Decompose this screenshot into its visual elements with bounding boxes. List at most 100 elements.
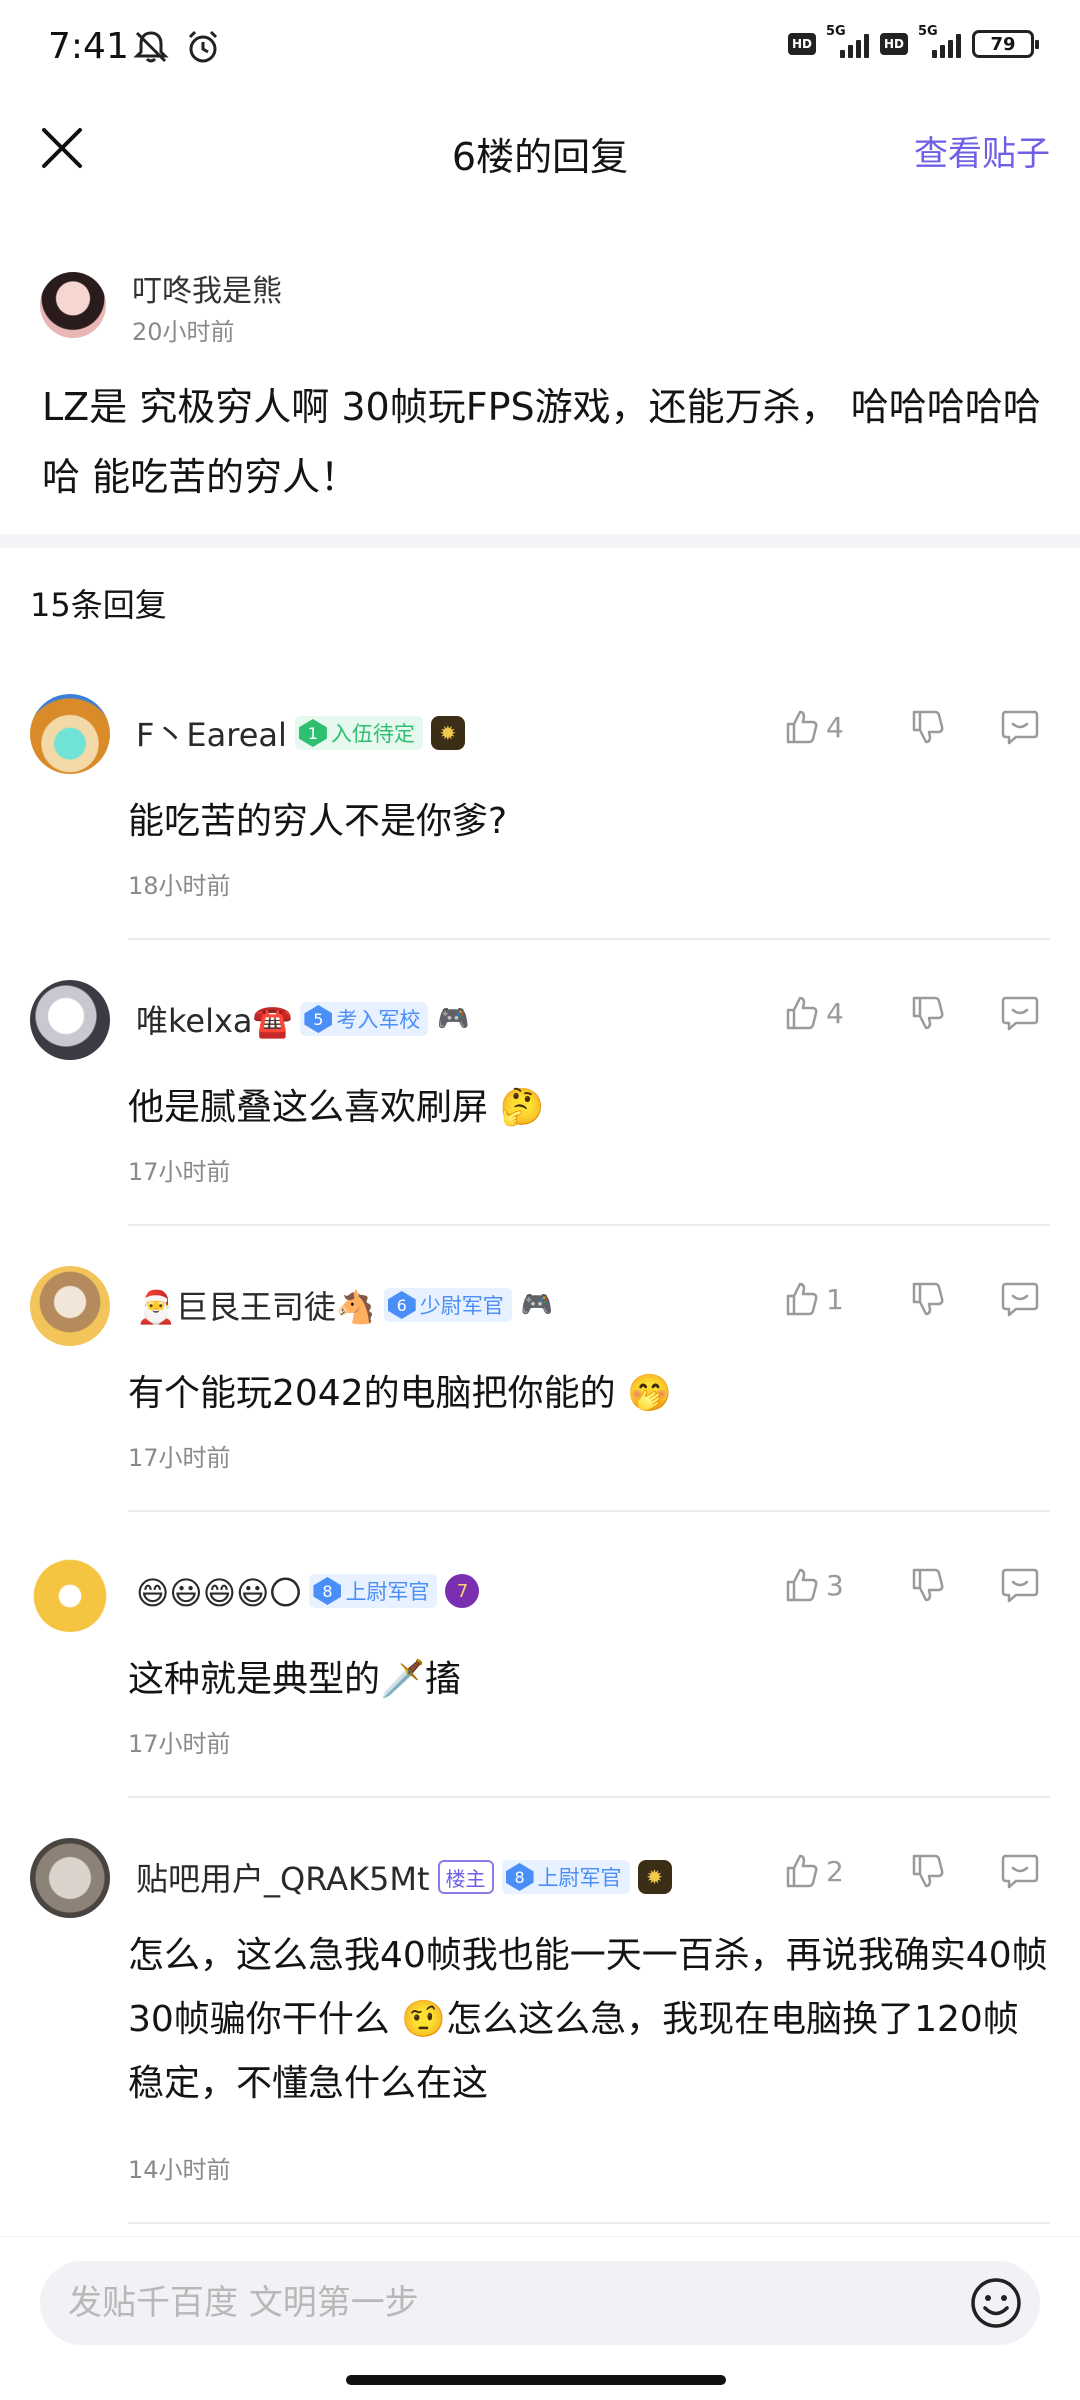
hd-badge: HD [880,33,908,55]
reply-author-name[interactable]: 唯kelxa☎️ [136,996,292,1042]
avatar[interactable] [30,1552,110,1632]
reply-actions: 4 [782,994,1040,1032]
level-gem-icon: 6 [387,1291,416,1319]
reply-author-name[interactable]: 🎅巨艮王司徒🐴 [136,1282,376,1328]
level-badge: 5 考入军校 [300,1002,429,1036]
comment-icon [1001,1568,1039,1603]
reply-item: 贴吧用户_QRAK5Mt 楼主 8 上尉军官 ✹ 2 怎么，这么急我40帧我也能… [0,1838,1080,2228]
dislike-button[interactable] [908,994,946,1032]
like-button[interactable]: 2 [782,1852,872,1890]
post-author-name[interactable]: 叮咚我是熊 [132,266,282,310]
level-title: 少尉军官 [419,1294,504,1318]
emoji-icon[interactable] [968,2275,1024,2331]
reply-item: 😄😃😄😃〇 8 上尉军官 7 3 这种就是典型的🗡️搐 17小时前 [0,1552,1080,1802]
dislike-button[interactable] [908,1280,946,1318]
medal-icon: ✹ [637,1860,672,1894]
like-button[interactable]: 1 [782,1280,872,1318]
reply-time: 17小时前 [128,1444,231,1472]
like-count: 3 [826,1568,844,1602]
medal-icon: 7 [445,1574,480,1608]
avatar[interactable] [30,694,110,774]
op-tag: 楼主 [437,1860,494,1894]
top-navigation: 6楼的回复 查看贴子 [0,100,1080,200]
reply-input-bar [0,2236,1080,2400]
post-time: 20小时前 [132,318,235,346]
comment-icon [1001,996,1039,1031]
thumbs-up-icon [786,1282,818,1316]
battery-icon: 79 [972,30,1039,58]
reply-author-name[interactable]: 😄😃😄😃〇 [136,1568,301,1614]
divider [128,1510,1050,1512]
reply-time: 17小时前 [128,1730,231,1758]
like-button[interactable]: 3 [782,1566,872,1604]
comment-icon [1001,1854,1039,1889]
avatar[interactable] [30,1838,110,1918]
reply-time: 14小时前 [128,2156,231,2184]
network-type: 5G [918,24,938,39]
reply-author-name[interactable]: F丶Eareal [136,710,287,756]
level-gem-icon: 8 [313,1577,342,1605]
divider [128,1796,1050,1798]
thumbs-up-icon [786,710,818,744]
section-divider [0,534,1080,548]
level-title: 上尉军官 [537,1866,622,1890]
level-gem-icon: 1 [298,719,327,747]
reply-actions: 2 [782,1852,1040,1890]
avatar[interactable] [30,980,110,1060]
reply-input-container [40,2261,1040,2345]
comment-button[interactable] [1000,1566,1040,1604]
view-post-link[interactable]: 查看贴子 [914,126,1050,175]
divider [128,938,1050,940]
avatar[interactable] [30,1266,110,1346]
reply-actions: 4 [782,708,1040,746]
like-button[interactable]: 4 [782,708,872,746]
alarm-icon [188,30,218,63]
network-type: 5G [826,24,846,39]
reply-author-name[interactable]: 贴吧用户_QRAK5Mt [136,1854,430,1900]
reply-time: 17小时前 [128,1158,231,1186]
comment-button[interactable] [1000,1280,1040,1318]
thumbs-down-icon [912,1282,944,1316]
medal-icon: 🎮 [520,1290,553,1320]
mute-bell-icon [133,31,169,63]
divider [128,1224,1050,1226]
close-icon[interactable] [36,122,88,174]
home-indicator[interactable] [346,2375,726,2385]
comment-button[interactable] [1000,1852,1040,1890]
divider [128,2222,1050,2224]
thumbs-up-icon [786,1568,818,1602]
level-gem-icon: 8 [505,1863,534,1891]
level-badge: 8 上尉军官 [501,1860,630,1894]
comment-icon [1001,1282,1039,1317]
reply-item: 🎅巨艮王司徒🐴 6 少尉军官 🎮 1 有个能玩2042的电脑把你能的 🤭 17小… [0,1266,1080,1516]
thumbs-down-icon [912,1854,944,1888]
thumbs-down-icon [912,996,944,1030]
comment-button[interactable] [1000,994,1040,1032]
dislike-button[interactable] [908,1852,946,1890]
reply-input[interactable] [68,2279,948,2327]
signal-icon: 5G [918,24,962,58]
level-title: 上尉军官 [345,1580,430,1604]
like-count: 1 [826,1282,844,1316]
level-badge: 1 入伍待定 [294,716,423,750]
dislike-button[interactable] [908,1566,946,1604]
like-count: 4 [826,710,844,744]
avatar[interactable] [40,272,106,338]
reply-item: 唯kelxa☎️ 5 考入军校 🎮 4 他是腻叠这么喜欢刷屏 🤔 17小时前 [0,980,1080,1230]
level-gem-icon: 5 [304,1005,333,1033]
reply-time: 18小时前 [128,872,231,900]
level-title: 考入军校 [336,1008,421,1032]
level-badge: 6 少尉军官 [383,1288,512,1322]
battery-level: 79 [990,33,1016,55]
reply-actions: 3 [782,1566,1040,1604]
like-button[interactable]: 4 [782,994,872,1032]
status-bar: 7:41 HD 5G HD 5G 79 [0,0,1080,100]
reply-content: 能吃苦的穷人不是你爹? [128,801,508,842]
thumbs-up-icon [786,1854,818,1888]
hd-badge: HD [788,33,816,55]
signal-icon: 5G [826,24,870,58]
thumbs-up-icon [786,996,818,1030]
dislike-button[interactable] [908,708,946,746]
like-count: 4 [826,996,844,1030]
comment-button[interactable] [1000,708,1040,746]
